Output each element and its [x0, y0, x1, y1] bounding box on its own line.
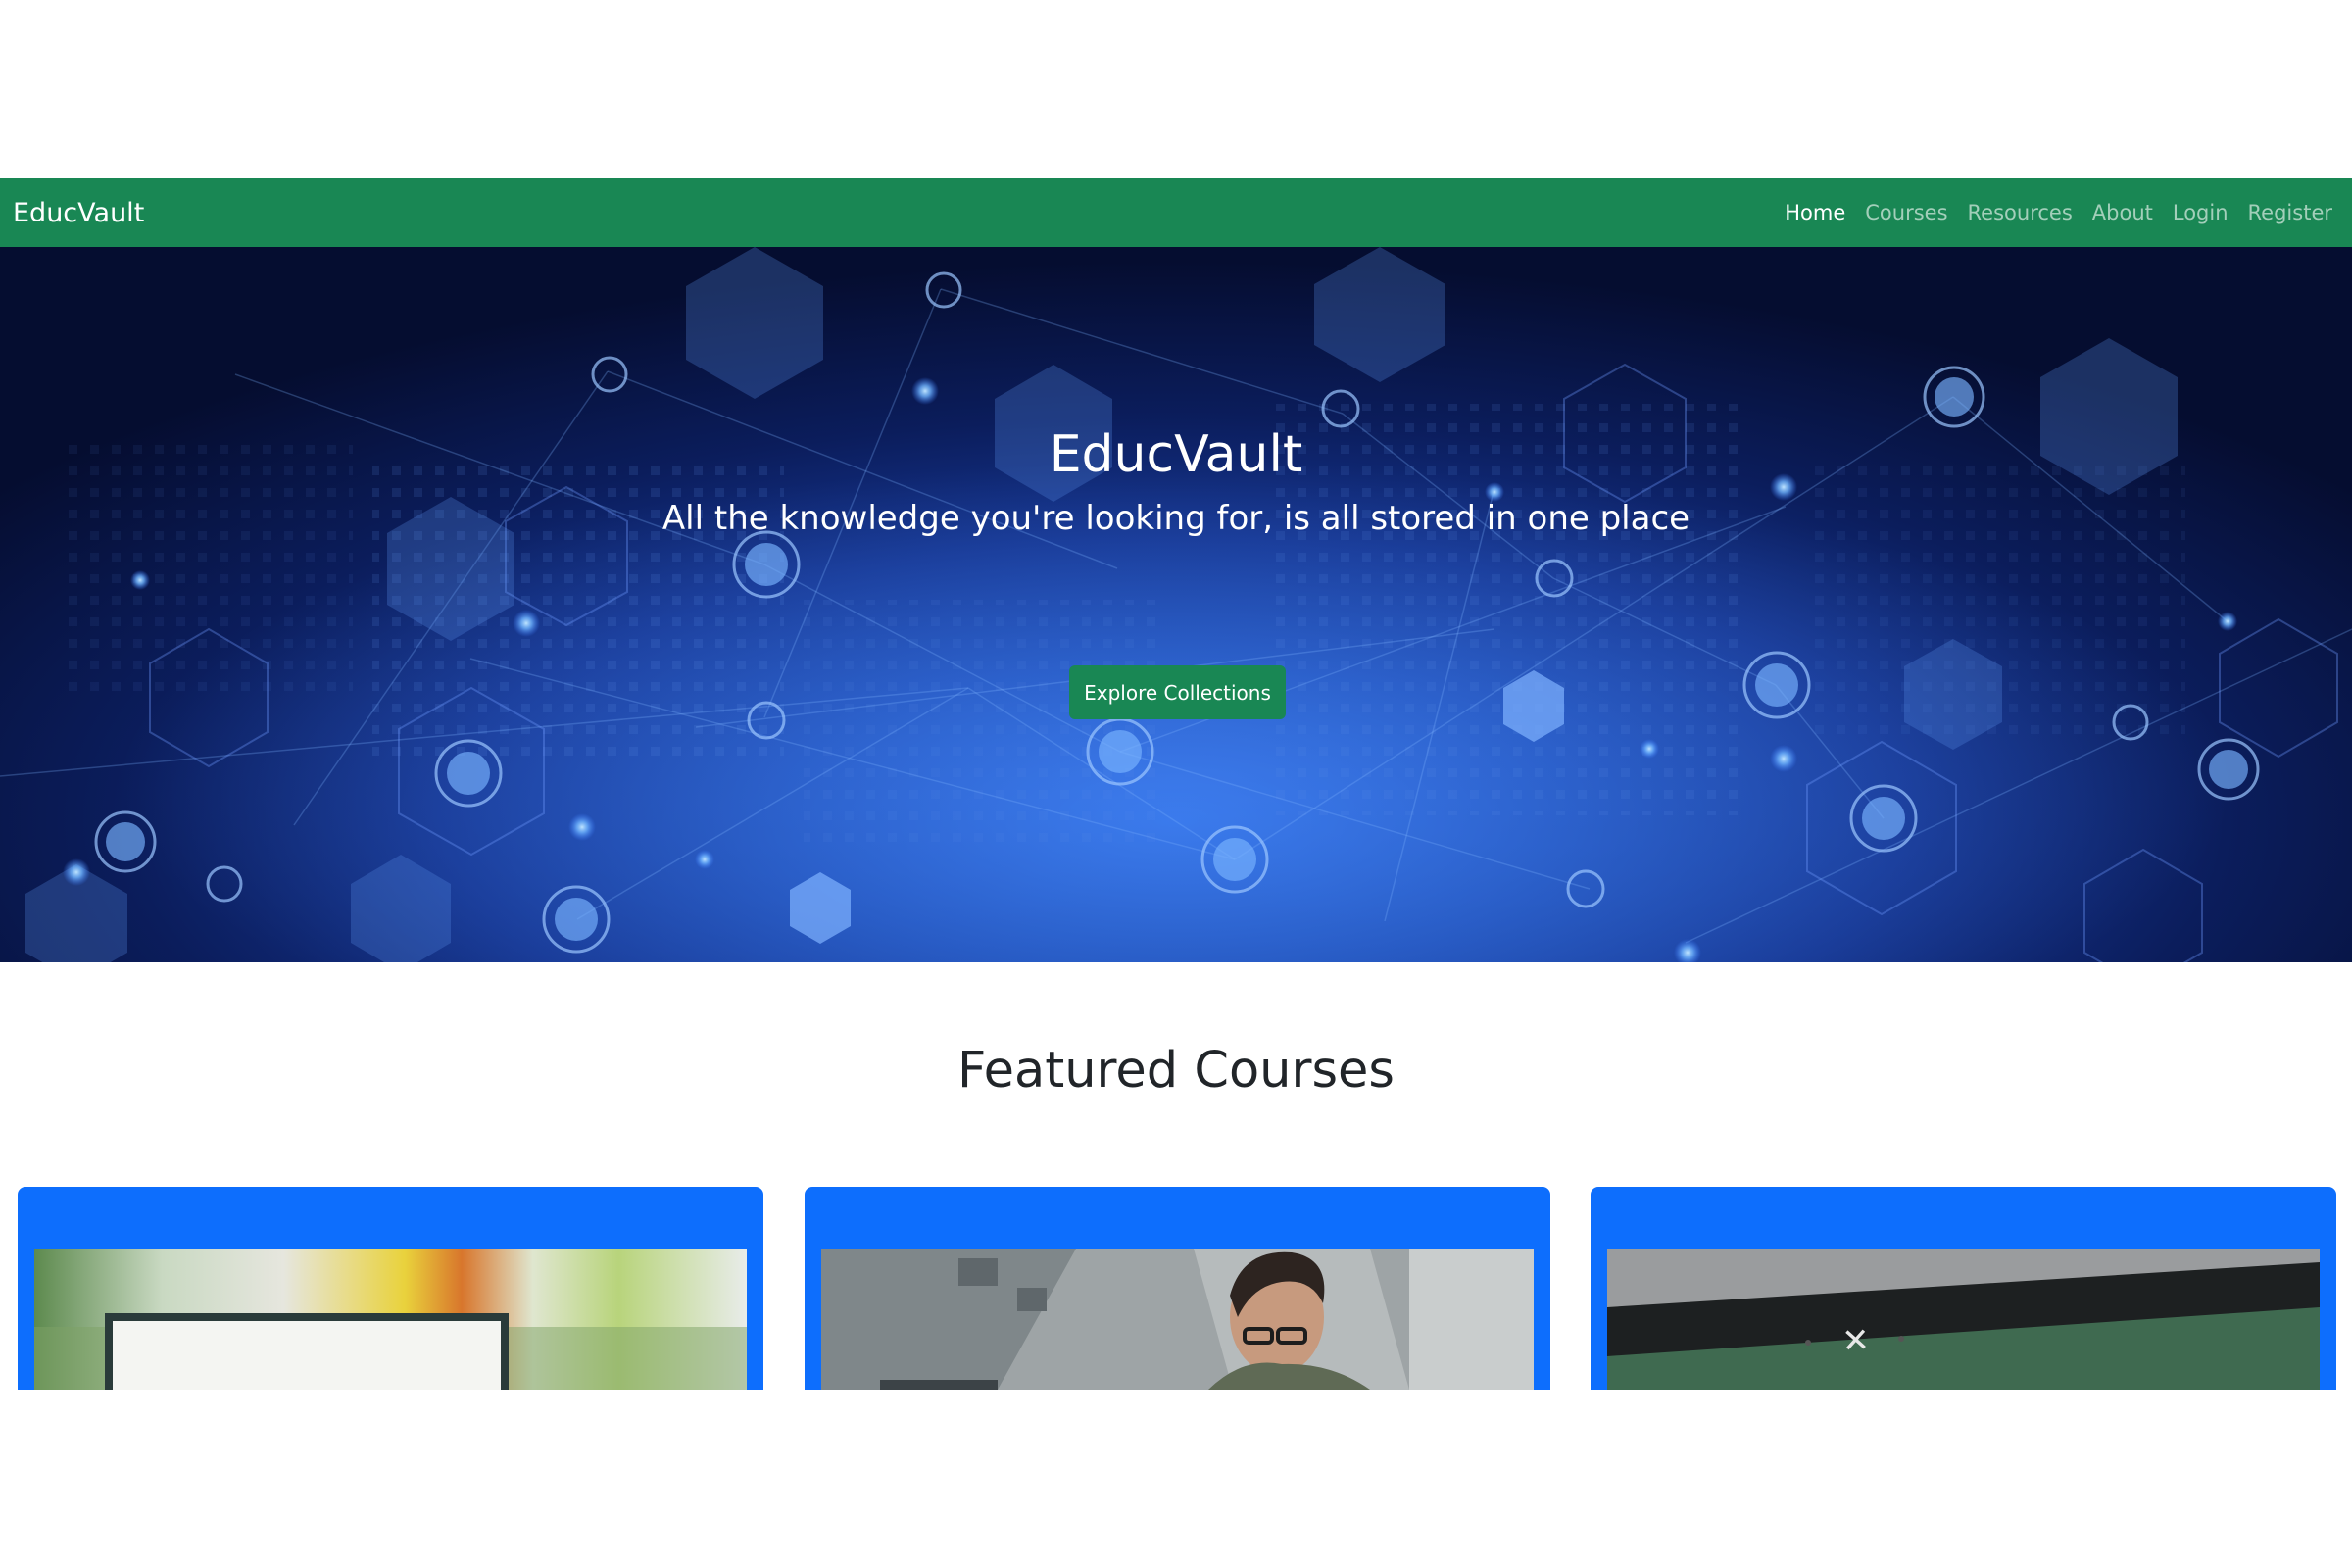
nav-link-about[interactable]: About	[2092, 201, 2153, 224]
hero-section: EducVault All the knowledge you're looki…	[0, 247, 2352, 962]
nav-link-register[interactable]: Register	[2248, 201, 2332, 224]
nav-link-home[interactable]: Home	[1785, 201, 1845, 224]
course-card-image[interactable]	[821, 1249, 1534, 1390]
man-with-glasses-photo-icon	[821, 1249, 1534, 1390]
laptop-photo-icon	[34, 1249, 747, 1390]
hero-title: EducVault	[1049, 425, 1303, 484]
laptop-excel-photo-icon: ✕	[1607, 1249, 2320, 1390]
page: EducVault Home Courses Resources About L…	[0, 0, 2352, 1568]
nav-link-resources[interactable]: Resources	[1968, 201, 2073, 224]
course-card[interactable]: ✕	[1591, 1187, 2336, 1390]
course-card-image[interactable]	[34, 1249, 747, 1390]
course-card-image[interactable]: ✕	[1607, 1249, 2320, 1390]
brand-link[interactable]: EducVault	[13, 198, 144, 228]
featured-courses-title: Featured Courses	[957, 1042, 1395, 1100]
navbar: EducVault Home Courses Resources About L…	[0, 178, 2352, 247]
course-card[interactable]	[805, 1187, 1550, 1390]
hero-network-background	[0, 247, 2352, 962]
hero-subtitle: All the knowledge you're looking for, is…	[662, 499, 1690, 538]
nav-link-courses[interactable]: Courses	[1865, 201, 1947, 224]
nav-links: Home Courses Resources About Login Regis…	[1785, 201, 2332, 224]
svg-text:✕: ✕	[1840, 1321, 1871, 1361]
explore-collections-button[interactable]: Explore Collections	[1069, 665, 1286, 719]
nav-link-login[interactable]: Login	[2173, 201, 2229, 224]
course-card[interactable]	[18, 1187, 763, 1390]
